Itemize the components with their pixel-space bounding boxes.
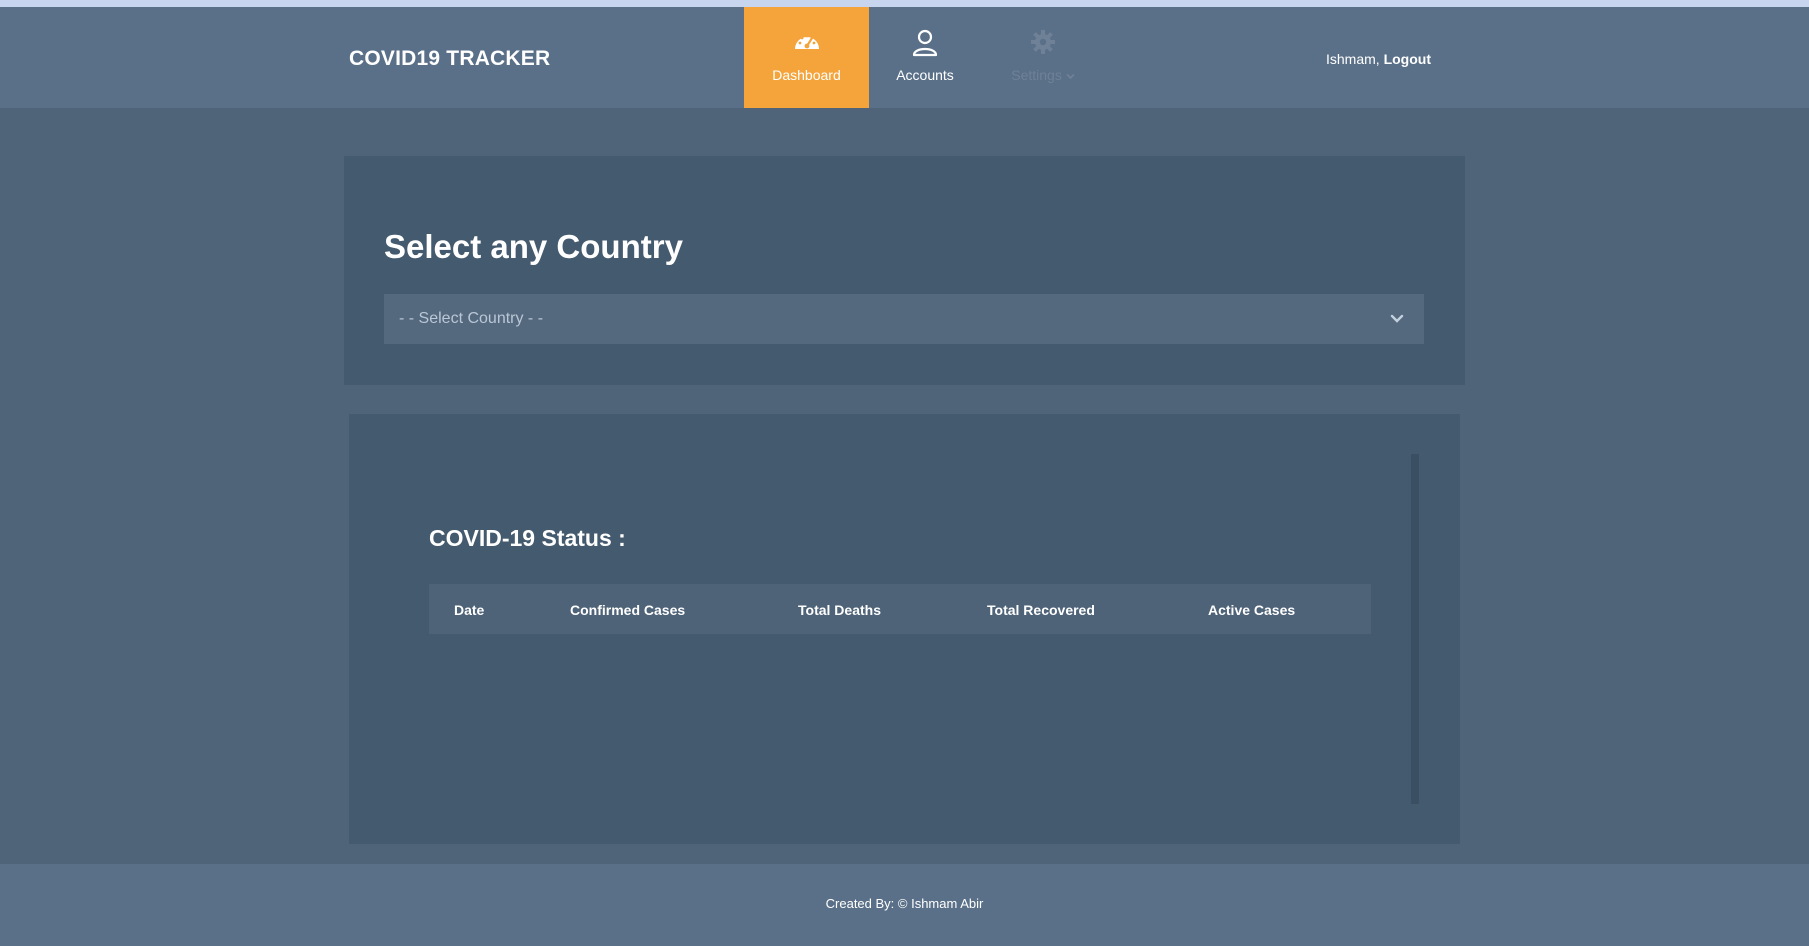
nav-dashboard[interactable]: Dashboard <box>744 7 869 108</box>
gear-icon <box>1030 29 1056 58</box>
country-select-heading: Select any Country <box>384 228 683 265</box>
user-icon <box>912 29 938 60</box>
status-table-header: Date Confirmed Cases Total Deaths Total … <box>429 584 1371 634</box>
nav-settings[interactable]: Settings <box>1000 7 1086 108</box>
country-select-placeholder: - - Select Country - - <box>399 310 544 327</box>
column-header-recovered[interactable]: Total Recovered <box>987 602 1095 618</box>
chevron-down-icon <box>1066 67 1075 83</box>
nav-settings-label: Settings <box>1011 67 1062 83</box>
chevron-down-icon <box>1390 311 1404 329</box>
speedometer-icon <box>793 29 821 54</box>
logout-link[interactable]: Logout <box>1384 51 1431 67</box>
nav-accounts-label: Accounts <box>896 67 954 83</box>
status-heading: COVID-19 Status : <box>429 525 626 551</box>
column-header-date[interactable]: Date <box>454 602 484 618</box>
country-select-card: Select any Country - - Select Country - … <box>344 156 1465 385</box>
user-info: Ishmam, Logout <box>1326 51 1431 67</box>
user-name: Ishmam, <box>1326 51 1380 67</box>
browser-top-strip <box>0 0 1809 7</box>
scrollbar[interactable] <box>1411 454 1419 804</box>
footer-credit: Created By: © Ishmam Abir <box>825 896 984 911</box>
column-header-confirmed[interactable]: Confirmed Cases <box>570 602 685 618</box>
brand-title[interactable]: COVID19 TRACKER <box>349 47 550 71</box>
footer: Created By: © Ishmam Abir <box>0 864 1809 946</box>
navbar: COVID19 TRACKER Dashboard Accounts Setti… <box>0 7 1809 108</box>
nav-dashboard-label: Dashboard <box>772 67 841 83</box>
column-header-active[interactable]: Active Cases <box>1208 602 1295 618</box>
column-header-deaths[interactable]: Total Deaths <box>798 602 881 618</box>
nav-accounts[interactable]: Accounts <box>880 7 970 108</box>
nav-settings-label-wrap: Settings <box>1000 67 1086 83</box>
status-card: COVID-19 Status : Date Confirmed Cases T… <box>349 414 1460 844</box>
country-select[interactable]: - - Select Country - - <box>384 294 1424 344</box>
